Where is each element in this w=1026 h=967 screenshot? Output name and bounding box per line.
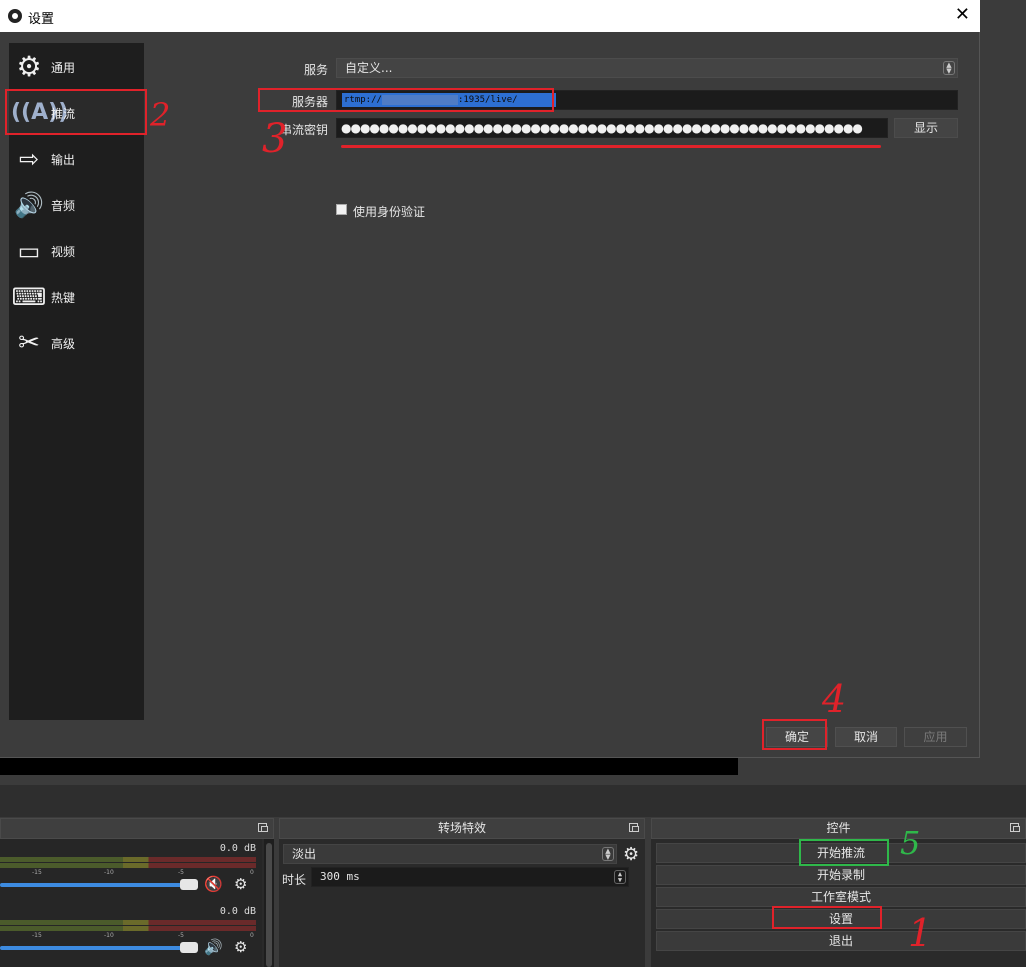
mixer-scrollbar[interactable]: [264, 839, 274, 967]
volume-slider[interactable]: [0, 946, 190, 950]
tick-label: -15: [32, 869, 42, 876]
mixer-channel: 0.0 dB -15 -10 -5 0 🔊 ⚙: [0, 902, 262, 962]
mixer-channel: 0.0 dB -15 -10 -5 0 🔇 ⚙: [0, 839, 262, 899]
sidebar-item-video[interactable]: ▭ 视频: [9, 229, 144, 273]
sidebar-item-label: 输出: [51, 153, 76, 167]
tick-label: -5: [178, 869, 184, 876]
annotation-number-3: 3: [262, 116, 288, 162]
volume-meter: [0, 863, 256, 868]
stream-key-input[interactable]: ●●●●●●●●●●●●●●●●●●●●●●●●●●●●●●●●●●●●●●●●…: [336, 118, 888, 138]
volume-slider-handle[interactable]: [180, 879, 198, 890]
show-key-button[interactable]: 显示: [894, 118, 958, 138]
close-icon[interactable]: ✕: [955, 4, 970, 25]
annotation-number-4: 4: [822, 677, 847, 721]
exit-button[interactable]: 退出: [656, 931, 1026, 951]
volume-slider-handle[interactable]: [180, 942, 198, 953]
tick-label: -10: [104, 932, 114, 939]
select-spinner-icon: ▲ ▼: [943, 61, 955, 75]
tick-label: -5: [178, 932, 184, 939]
annotation-number-5: 5: [900, 824, 921, 862]
dock-title-text: 转场特效: [437, 821, 486, 835]
annotation-underline-stream-key: [341, 145, 881, 148]
sidebar-item-label: 视频: [51, 245, 76, 259]
gear-icon[interactable]: ⚙: [623, 844, 639, 865]
speaker-icon[interactable]: 🔊: [204, 938, 226, 956]
sidebar-item-label: 音频: [51, 199, 76, 213]
sidebar-item-label: 高级: [51, 337, 76, 351]
transition-select[interactable]: 淡出 ▲ ▼: [283, 844, 617, 864]
select-spinner-icon: ▲ ▼: [602, 847, 614, 861]
service-label: 服务: [303, 63, 328, 77]
volume-meter: [0, 926, 256, 931]
speaker-icon: 🔊: [14, 191, 44, 219]
gear-icon: ⚙: [16, 50, 42, 83]
speaker-muted-icon[interactable]: 🔇: [204, 875, 226, 893]
tools-icon: ✂: [18, 328, 40, 358]
transition-selected-value: 淡出: [292, 847, 317, 861]
mixer-body: 0.0 dB -15 -10 -5 0 🔇 ⚙ 0.0 dB -15 -10 -…: [0, 839, 262, 967]
transitions-dock: 转场特效 淡出 ▲ ▼ ⚙ 时长 300 ms ▲ ▼: [279, 818, 645, 967]
annotation-box-ok: [762, 719, 827, 750]
dialog-title: 设置: [28, 12, 55, 27]
sidebar-item-audio[interactable]: 🔊 音频: [9, 183, 144, 227]
tick-label: -15: [32, 932, 42, 939]
controls-dock-title: 控件: [651, 818, 1026, 839]
gear-icon[interactable]: ⚙: [234, 875, 256, 893]
float-dock-icon[interactable]: [1010, 823, 1020, 832]
docks-header-strip: [0, 785, 1026, 817]
mixer-dock-title: [0, 818, 274, 839]
sidebar-item-output[interactable]: ⇨ 输出: [9, 137, 144, 181]
cancel-button[interactable]: 取消: [835, 727, 897, 747]
start-recording-button[interactable]: 开始录制: [656, 865, 1026, 885]
annotation-box-settings: [772, 906, 882, 929]
apply-button[interactable]: 应用: [904, 727, 967, 747]
output-monitor-icon: ⇨: [18, 145, 40, 173]
volume-meter: [0, 857, 256, 862]
tick-label: -10: [104, 869, 114, 876]
transitions-dock-title: 转场特效: [279, 818, 645, 839]
use-auth-checkbox[interactable]: [336, 204, 347, 215]
studio-mode-button[interactable]: 工作室模式: [656, 887, 1026, 907]
annotation-number-1: 1: [908, 911, 933, 955]
duration-value: 300 ms: [320, 870, 360, 883]
use-auth-label: 使用身份验证: [353, 205, 426, 219]
annotation-number-2: 2: [150, 96, 171, 134]
sidebar-item-hotkeys[interactable]: ⌨ 热键: [9, 275, 144, 319]
duration-label: 时长: [282, 873, 307, 887]
preview-area: [0, 757, 738, 775]
service-select[interactable]: 自定义... ▲ ▼: [336, 58, 958, 78]
annotation-box-start-streaming: [799, 839, 889, 866]
float-dock-icon[interactable]: [258, 823, 268, 832]
gear-icon[interactable]: ⚙: [234, 938, 256, 956]
annotation-box-stream-tab: [5, 89, 147, 135]
keyboard-icon: ⌨: [11, 283, 47, 311]
volume-meter: [0, 920, 256, 925]
sidebar-item-advanced[interactable]: ✂ 高级: [9, 321, 144, 365]
sidebar-item-label: 通用: [51, 61, 76, 75]
sidebar-item-general[interactable]: ⚙ 通用: [9, 45, 144, 89]
spinbox-arrows-icon[interactable]: ▲ ▼: [614, 870, 626, 884]
monitor-icon: ▭: [17, 237, 41, 265]
sidebar-item-label: 热键: [51, 291, 76, 305]
channel-db-readout: 0.0 dB: [219, 843, 256, 854]
float-dock-icon[interactable]: [629, 823, 639, 832]
settings-dialog: 设置 ✕ ⚙ 通用 ((A)) 推流 ⇨ 输出 🔊 音频 ▭ 视频 ⌨ 热键 ✂: [0, 0, 980, 758]
duration-spinbox[interactable]: 300 ms ▲ ▼: [311, 867, 629, 887]
channel-db-readout: 0.0 dB: [219, 906, 256, 917]
volume-slider[interactable]: [0, 883, 190, 887]
audio-mixer-dock: 0.0 dB -15 -10 -5 0 🔇 ⚙ 0.0 dB -15 -10 -…: [0, 818, 274, 967]
dock-title-text: 控件: [826, 821, 851, 835]
annotation-box-server: [258, 88, 554, 112]
obs-logo-icon: [8, 9, 22, 23]
dialog-titlebar: 设置 ✕: [0, 0, 980, 32]
service-selected-value: 自定义...: [345, 61, 393, 75]
settings-sidebar: ⚙ 通用 ((A)) 推流 ⇨ 输出 🔊 音频 ▭ 视频 ⌨ 热键 ✂ 高级: [9, 43, 144, 720]
